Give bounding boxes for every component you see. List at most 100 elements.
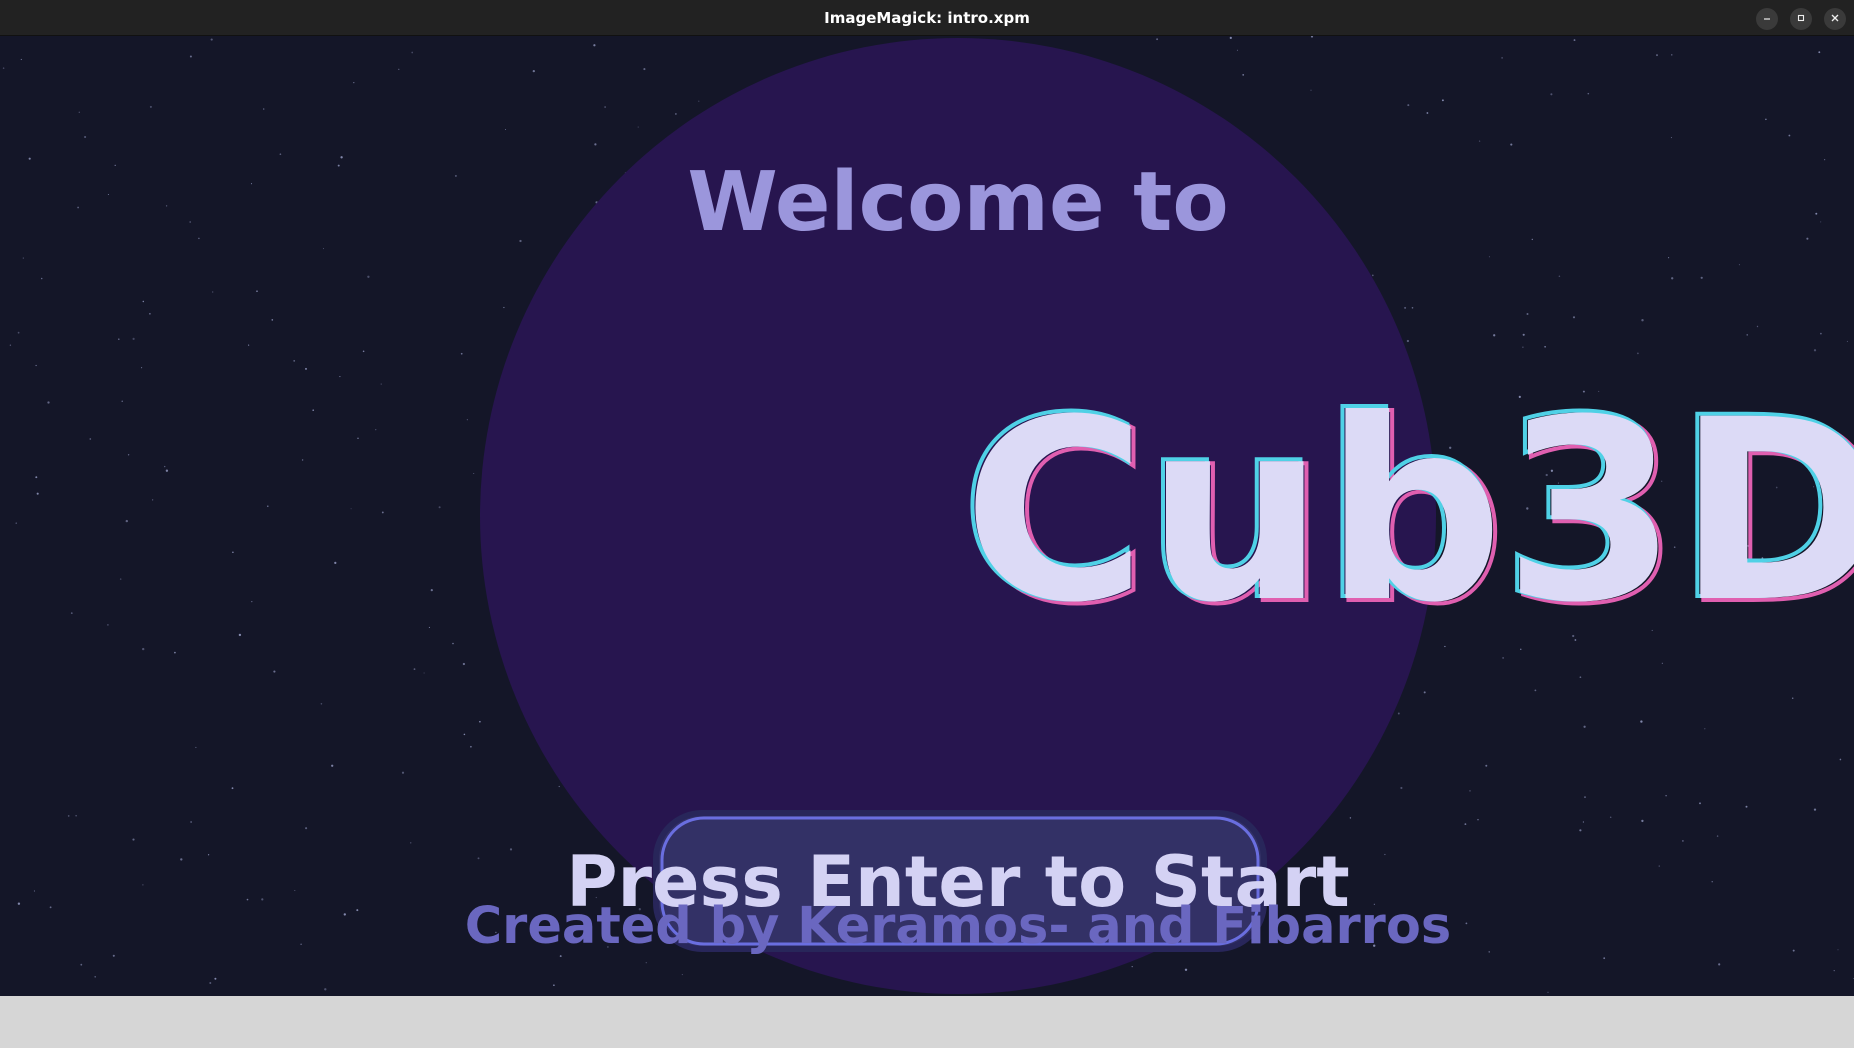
star xyxy=(195,746,197,748)
star xyxy=(1587,92,1590,95)
maximize-button[interactable] xyxy=(1790,8,1812,30)
star xyxy=(1579,829,1582,832)
star xyxy=(1665,794,1667,797)
star xyxy=(1572,316,1576,319)
star xyxy=(1423,691,1426,694)
star xyxy=(132,337,135,340)
star xyxy=(1716,835,1719,837)
star xyxy=(22,257,24,259)
star xyxy=(1465,922,1468,925)
star xyxy=(114,164,116,167)
star xyxy=(643,68,646,71)
star xyxy=(1229,36,1232,40)
minimize-button[interactable] xyxy=(1756,8,1778,30)
star xyxy=(460,352,463,355)
star xyxy=(1656,54,1658,57)
star xyxy=(1637,352,1639,355)
star xyxy=(1464,823,1467,826)
star xyxy=(165,469,169,472)
star xyxy=(141,367,143,369)
star xyxy=(1488,256,1490,258)
star xyxy=(262,108,265,110)
star xyxy=(248,344,250,346)
star xyxy=(231,787,234,790)
star xyxy=(320,703,323,705)
star xyxy=(1815,212,1818,215)
star xyxy=(423,672,425,674)
star xyxy=(67,815,70,817)
star xyxy=(322,248,325,250)
intro-scene: Welcome to Cub3D Cub3D Cub3D Press Enter… xyxy=(2,36,1854,994)
star xyxy=(1582,821,1585,823)
star xyxy=(165,205,168,207)
star xyxy=(1788,134,1791,137)
star xyxy=(1668,257,1670,259)
star xyxy=(49,906,52,909)
star xyxy=(1640,720,1643,723)
star xyxy=(78,111,80,113)
star xyxy=(1658,865,1660,867)
star xyxy=(207,854,210,856)
star xyxy=(28,157,31,160)
star xyxy=(107,624,109,626)
star xyxy=(367,275,370,278)
star xyxy=(70,612,73,614)
star xyxy=(350,508,352,510)
close-button[interactable] xyxy=(1824,8,1846,30)
star xyxy=(1544,346,1546,348)
star xyxy=(279,153,282,156)
star xyxy=(1813,808,1817,811)
star xyxy=(473,472,475,475)
star xyxy=(1547,991,1549,993)
star xyxy=(1824,159,1826,161)
star xyxy=(1510,143,1513,146)
star xyxy=(198,237,200,240)
star xyxy=(300,943,302,945)
star xyxy=(1700,276,1703,279)
star xyxy=(645,962,647,964)
star xyxy=(1820,332,1822,335)
star xyxy=(594,143,597,146)
star xyxy=(132,838,135,841)
star xyxy=(1820,221,1822,223)
star xyxy=(504,128,507,131)
star xyxy=(1745,805,1748,808)
star xyxy=(1310,36,1314,38)
star xyxy=(356,909,359,912)
star xyxy=(1609,816,1612,819)
star xyxy=(470,745,472,748)
star xyxy=(637,126,639,128)
star xyxy=(463,733,466,736)
star xyxy=(428,626,430,628)
star xyxy=(357,437,359,439)
star xyxy=(214,977,217,980)
star xyxy=(1384,853,1386,856)
star xyxy=(40,277,43,280)
star xyxy=(454,174,457,177)
star xyxy=(107,193,109,196)
star xyxy=(343,913,346,916)
star xyxy=(1131,965,1133,968)
star xyxy=(1833,970,1835,972)
star xyxy=(1699,802,1701,805)
star xyxy=(125,519,128,523)
star xyxy=(35,364,37,367)
star xyxy=(1441,99,1444,102)
star xyxy=(246,898,249,901)
star xyxy=(312,409,314,411)
star xyxy=(89,438,92,440)
star xyxy=(339,376,341,378)
star xyxy=(340,156,343,159)
star xyxy=(334,561,337,565)
window-bottom-area xyxy=(0,996,1854,1048)
star xyxy=(430,589,433,592)
game-title: Cub3D xyxy=(963,366,1854,657)
star xyxy=(119,578,122,580)
star xyxy=(593,44,596,47)
star xyxy=(398,68,400,70)
star xyxy=(1526,313,1529,315)
image-canvas: Welcome to Cub3D Cub3D Cub3D Press Enter… xyxy=(0,36,1854,996)
star xyxy=(189,221,192,223)
star xyxy=(381,511,384,514)
star xyxy=(1584,796,1586,798)
